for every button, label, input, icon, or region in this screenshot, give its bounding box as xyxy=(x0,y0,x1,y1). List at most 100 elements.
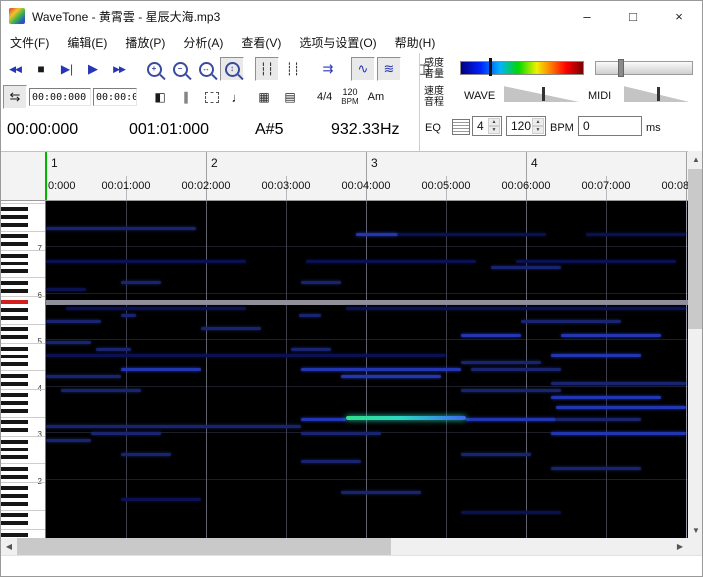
wave-slider-thumb[interactable] xyxy=(542,87,545,101)
black-key-gs2[interactable] xyxy=(1,448,28,452)
piano-roll-button[interactable]: ▤ xyxy=(278,85,302,109)
spectrogram-view[interactable] xyxy=(46,201,688,538)
rewind-button[interactable]: ◀◀ xyxy=(3,57,27,81)
scroll-down-button[interactable]: ▼ xyxy=(688,522,703,538)
loop-button[interactable]: ⇆ xyxy=(3,85,27,109)
black-key-as1[interactable] xyxy=(1,486,28,490)
snap-grid-button[interactable]: ┆┆ xyxy=(255,57,279,81)
menu-item-1[interactable]: 编辑(E) xyxy=(58,31,116,53)
black-key-ds7[interactable] xyxy=(1,234,28,238)
horizontal-scroll-thumb[interactable] xyxy=(17,538,391,555)
volume-slider-thumb[interactable] xyxy=(618,59,624,77)
black-key-ds1[interactable] xyxy=(1,513,28,517)
menu-item-4[interactable]: 查看(V) xyxy=(232,31,290,53)
black-key-cs3[interactable] xyxy=(1,428,28,432)
black-key-as7[interactable] xyxy=(1,207,28,211)
black-key-cs2[interactable] xyxy=(1,475,28,479)
sensitivity-slider-thumb[interactable] xyxy=(489,58,492,76)
black-key-fs6[interactable] xyxy=(1,269,28,273)
midi-slider-thumb[interactable] xyxy=(657,87,660,101)
black-key-gs5[interactable] xyxy=(1,308,28,312)
zoom-out-button[interactable]: − xyxy=(168,57,192,81)
menu-item-6[interactable]: 帮助(H) xyxy=(386,31,445,53)
beats-spinner[interactable]: 4 ▲ ▼ xyxy=(472,116,502,136)
black-key-as5[interactable] xyxy=(1,300,28,304)
black-key-gs7[interactable] xyxy=(1,215,28,219)
eq-grid-icon[interactable] xyxy=(452,119,470,135)
select-range-button[interactable] xyxy=(200,85,224,109)
zoom-horizontal-button[interactable]: ↔ xyxy=(194,57,218,81)
stop-button[interactable]: ■ xyxy=(29,57,53,81)
zoom-vertical-button[interactable]: ↕ xyxy=(220,57,244,81)
loop-end-input[interactable]: 00:00:000 xyxy=(93,88,137,106)
black-key-ds5[interactable] xyxy=(1,327,28,331)
piano-keyboard[interactable]: 765432 xyxy=(1,201,46,538)
sensitivity-color-slider[interactable] xyxy=(460,61,584,75)
key-label[interactable]: Am xyxy=(364,91,389,103)
black-key-as6[interactable] xyxy=(1,254,28,258)
black-key-fs4[interactable] xyxy=(1,362,28,366)
black-key-ds4[interactable] xyxy=(1,374,28,378)
beats-up-button[interactable]: ▲ xyxy=(488,118,500,126)
black-key-fs3[interactable] xyxy=(1,409,28,413)
black-key-ds3[interactable] xyxy=(1,420,28,424)
playhead-marker[interactable] xyxy=(45,152,47,200)
black-key-cs1[interactable] xyxy=(1,521,28,525)
maximize-button[interactable]: □ xyxy=(610,1,656,31)
black-key-cs7[interactable] xyxy=(1,242,28,246)
note-input-button[interactable]: ♩ xyxy=(226,85,250,109)
play-pause-button[interactable]: ▶| xyxy=(55,57,79,81)
black-key-as4[interactable] xyxy=(1,347,28,351)
midi-volume-slider[interactable] xyxy=(624,86,690,102)
play-button[interactable]: ▶ xyxy=(81,57,105,81)
tempo-down-button[interactable]: ▼ xyxy=(532,126,544,134)
black-key-fs5[interactable] xyxy=(1,316,28,320)
vertical-scrollbar[interactable]: ▲ ▼ xyxy=(688,151,703,538)
spectrum-view-button[interactable]: ≋ xyxy=(377,57,401,81)
close-button[interactable]: × xyxy=(656,1,702,31)
black-key-fs1[interactable] xyxy=(1,502,28,506)
split-view-button[interactable]: ◧ xyxy=(148,85,172,109)
beats-down-button[interactable]: ▼ xyxy=(488,126,500,134)
time-signature-label[interactable]: 4/4 xyxy=(313,91,336,103)
wave-view-button[interactable]: ∿ xyxy=(351,57,375,81)
black-key-cs6[interactable] xyxy=(1,289,28,293)
tuner-button[interactable]: ∥ xyxy=(174,85,198,109)
auto-scroll-button[interactable]: ⇉ xyxy=(316,57,340,81)
scroll-left-button[interactable]: ◀ xyxy=(1,538,17,555)
black-key-gs3[interactable] xyxy=(1,401,28,405)
tempo-spinner[interactable]: 120 ▲ ▼ xyxy=(506,116,546,136)
horizontal-scrollbar[interactable]: ◀ ▶ xyxy=(1,538,688,555)
volume-slider[interactable] xyxy=(595,61,693,75)
black-key-as0[interactable] xyxy=(1,533,28,537)
black-key-ds2[interactable] xyxy=(1,467,28,471)
menu-item-2[interactable]: 播放(P) xyxy=(116,31,174,53)
loop-start-input[interactable]: 00:00:000 xyxy=(29,88,91,106)
free-grid-button[interactable]: ┊┊ xyxy=(281,57,305,81)
scroll-up-button[interactable]: ▲ xyxy=(688,151,703,167)
fast-forward-button[interactable]: ▶▶ xyxy=(107,57,131,81)
minimize-button[interactable]: – xyxy=(564,1,610,31)
menu-item-0[interactable]: 文件(F) xyxy=(1,31,58,53)
black-key-cs4[interactable] xyxy=(1,382,28,386)
tempo-label[interactable]: 120BPM xyxy=(338,88,361,106)
black-key-as3[interactable] xyxy=(1,393,28,397)
black-key-gs1[interactable] xyxy=(1,494,28,498)
black-key-gs4[interactable] xyxy=(1,355,28,359)
black-key-fs7[interactable] xyxy=(1,223,28,227)
offset-input[interactable]: 0 xyxy=(578,116,642,136)
menu-item-5[interactable]: 选项与设置(O) xyxy=(290,31,385,53)
menu-item-3[interactable]: 分析(A) xyxy=(174,31,232,53)
black-key-cs5[interactable] xyxy=(1,335,28,339)
black-key-gs6[interactable] xyxy=(1,262,28,266)
black-key-fs2[interactable] xyxy=(1,455,28,459)
time-ruler[interactable]: 10:00000:01:000200:02:00000:03:000300:04… xyxy=(1,151,688,201)
black-key-ds6[interactable] xyxy=(1,281,28,285)
vertical-scroll-thumb[interactable] xyxy=(688,169,703,329)
wave-volume-slider[interactable] xyxy=(504,86,580,102)
black-key-as2[interactable] xyxy=(1,440,28,444)
zoom-in-button[interactable]: + xyxy=(142,57,166,81)
scroll-right-button[interactable]: ▶ xyxy=(672,538,688,555)
grid-view-button[interactable]: ▦ xyxy=(252,85,276,109)
tempo-up-button[interactable]: ▲ xyxy=(532,118,544,126)
